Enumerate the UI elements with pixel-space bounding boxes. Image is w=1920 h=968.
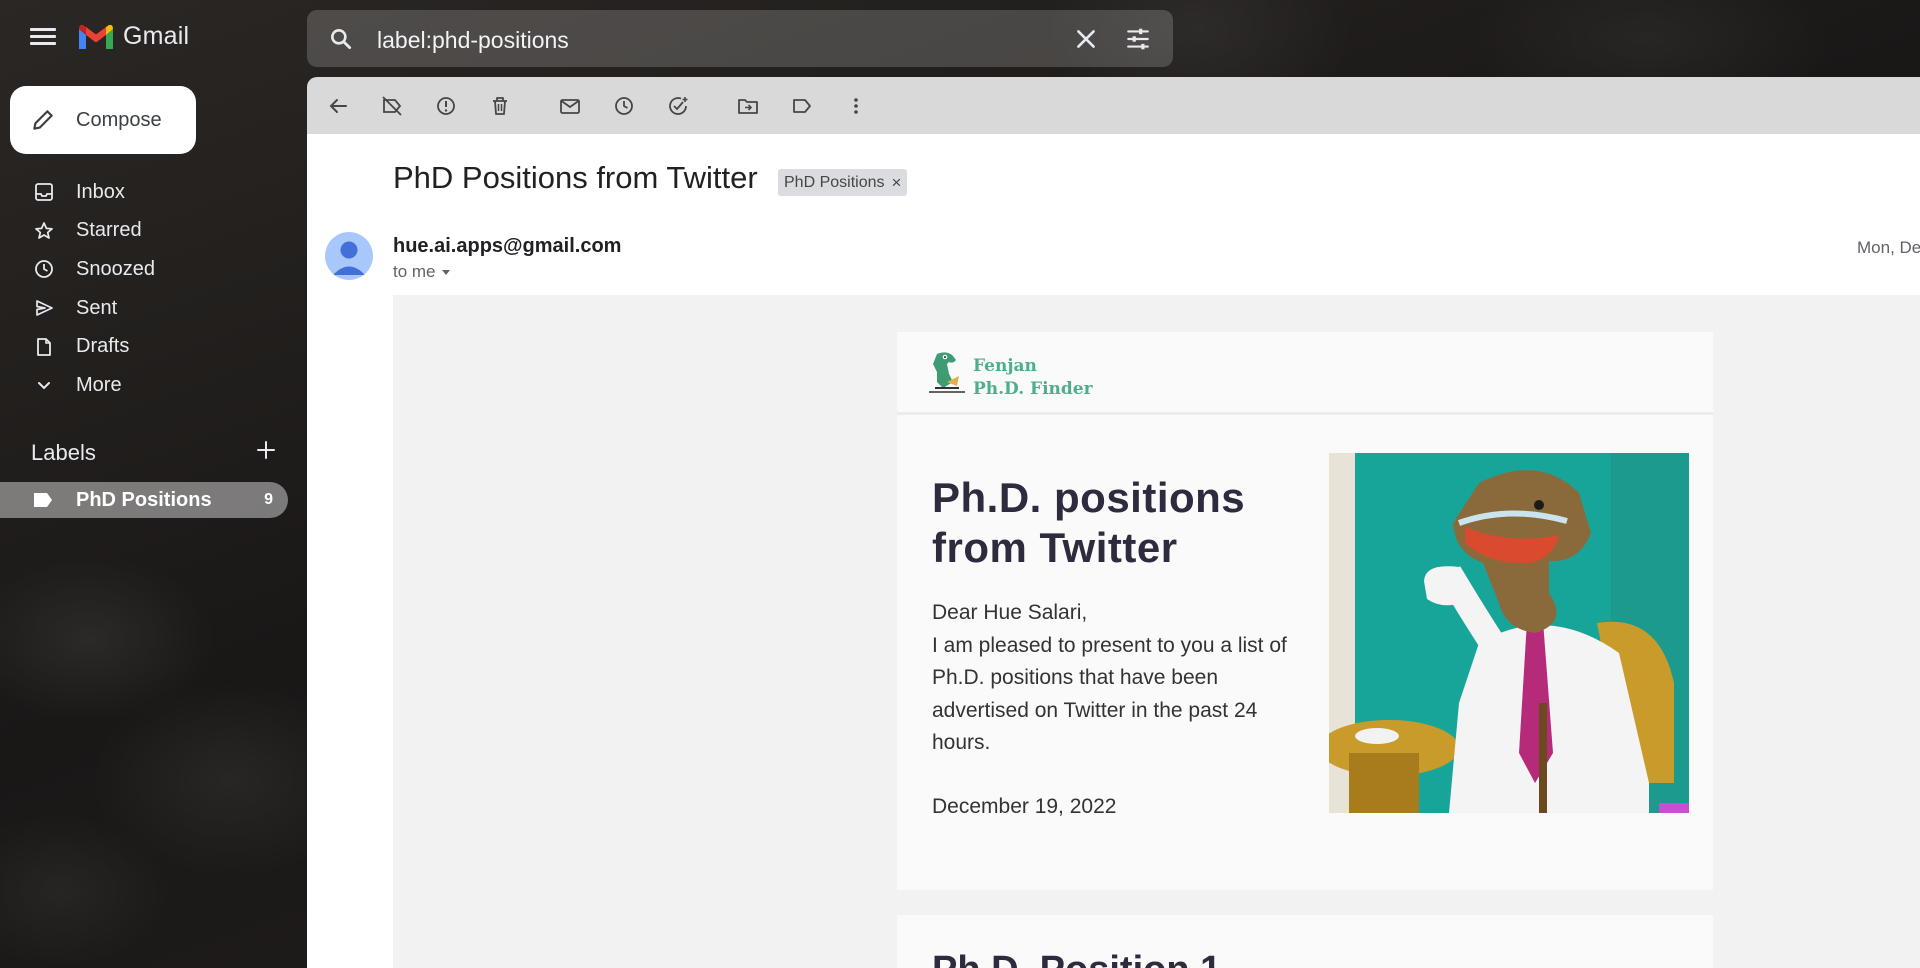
add-to-tasks-button[interactable] [665,93,691,119]
sidebar-item-drafts[interactable]: Drafts [0,327,290,366]
report-spam-button[interactable] [433,93,459,119]
sidebar-item-more[interactable]: More [0,366,290,405]
sidebar-label-phd-positions[interactable]: PhD Positions 9 [0,482,288,518]
hero-intro: Dear Hue Salari, I am pleased to present… [932,597,1312,760]
position-heading: Ph.D. Position 1 [932,949,1221,968]
intro-paragraph: I am pleased to present to you a list of… [932,633,1287,755]
message-toolbar [307,77,1920,134]
mail-icon [560,99,580,114]
clock-icon [615,97,633,115]
more-options-button[interactable] [843,93,869,119]
sidebar-item-starred[interactable]: Starred [0,212,290,251]
star-icon [32,219,56,243]
clear-search-icon[interactable] [1073,26,1099,52]
spam-icon [437,97,455,115]
email-subject: PhD Positions from Twitter [393,160,758,195]
more-vert-icon [854,98,858,114]
mark-unread-button[interactable] [557,93,583,119]
sidebar-item-label: Snoozed [76,257,155,280]
back-arrow-icon [329,99,347,113]
sidebar-item-snoozed[interactable]: Snoozed [0,250,290,289]
move-to-folder-icon [738,99,758,114]
sidebar-item-label: More [76,373,122,396]
gmail-wordmark: Gmail [123,22,190,50]
main-menu-button[interactable] [28,24,58,52]
sidebar-item-inbox[interactable]: Inbox [0,173,290,212]
gmail-m-icon [79,24,113,49]
email-date: Mon, De [1857,238,1920,257]
position-card: Ph.D. Position 1 [897,915,1713,968]
trash-icon [493,97,507,115]
compose-label: Compose [76,108,162,131]
clock-icon [32,257,56,281]
dinosaur-drinking-coffee-illustration [1329,453,1689,813]
search-input[interactable] [375,24,1019,56]
remove-label-button[interactable] [379,93,405,119]
newsletter-header: Fenjan Ph.D. Finder [897,332,1713,415]
add-label-icon[interactable] [254,438,278,462]
newsletter-date: December 19, 2022 [932,795,1117,818]
person-icon [333,241,365,275]
labels-heading: Labels [31,440,96,465]
brand-name: Fenjan Ph.D. Finder [973,355,1093,401]
label-chip-text: PhD Positions [784,173,885,191]
snooze-button[interactable] [611,93,637,119]
newsletter-hero: Ph.D. positions from Twitter Dear Hue Sa… [897,415,1713,890]
message-view: PhD Positions from Twitter PhD Positions… [307,134,1920,968]
pencil-icon [33,110,53,130]
draft-icon [32,335,56,359]
email-body: Fenjan Ph.D. Finder Ph.D. positions from… [393,295,1920,968]
search-options-icon[interactable] [1125,26,1151,52]
brand-line-1: Fenjan [973,356,1037,376]
sidebar-item-label: Drafts [76,335,130,358]
move-to-button[interactable] [735,93,761,119]
recipient-label: to me [393,262,436,281]
greeting: Dear Hue Salari, [932,601,1088,624]
label-name: PhD Positions [76,488,212,511]
recipient-details-toggle[interactable]: to me [393,262,452,282]
label-icon [793,99,811,113]
sender-avatar[interactable] [325,232,373,280]
send-icon [32,296,56,320]
sidebar-item-sent[interactable]: Sent [0,289,290,328]
caret-down-icon [442,270,451,275]
label-off-icon [382,96,402,116]
label-unread-count: 9 [264,491,273,508]
brand-line-2: Ph.D. Finder [973,379,1093,399]
fenjan-dinosaur-logo [929,352,965,393]
sidebar-item-label: Sent [76,296,118,319]
inbox-icon [32,180,56,204]
back-button[interactable] [325,93,351,119]
sender-email[interactable]: hue.ai.apps@gmail.com [393,235,621,258]
compose-button[interactable]: Compose [10,86,196,154]
add-task-icon [669,97,688,115]
sidebar-item-label: Inbox [76,180,125,203]
gmail-logo[interactable]: Gmail [77,22,189,51]
sidebar-item-label: Starred [76,219,142,242]
search-bar[interactable] [307,10,1173,67]
chevron-down-icon [32,373,56,397]
remove-label-chip-icon[interactable]: × [892,173,902,193]
delete-button[interactable] [487,93,513,119]
search-icon[interactable] [328,26,354,52]
hero-title: Ph.D. positions from Twitter [932,474,1246,571]
labels-button[interactable] [789,93,815,119]
label-tag-icon [34,493,52,507]
sidebar-nav: Inbox Starred Snoozed Sent Drafts More [0,173,290,405]
label-chip[interactable]: PhD Positions × [778,169,908,196]
